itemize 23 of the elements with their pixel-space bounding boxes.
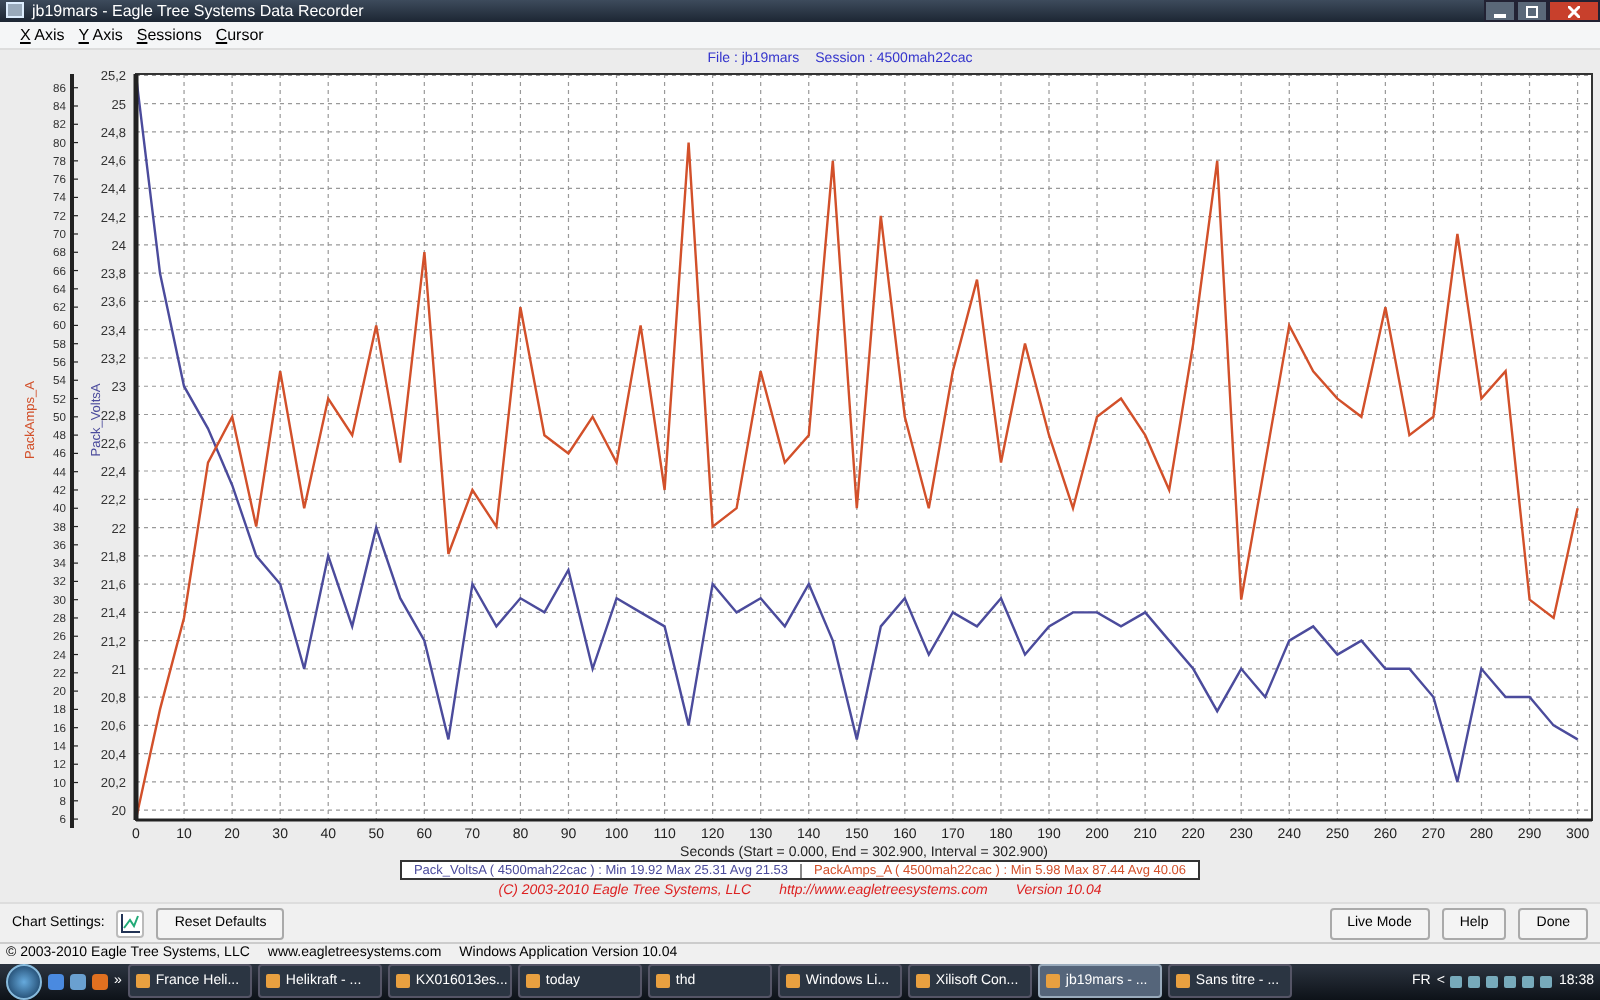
minimize-button[interactable] (1484, 0, 1516, 23)
menu-item[interactable]: X Axis (20, 25, 65, 44)
menu-item[interactable]: Sessions (136, 25, 202, 44)
app-icon (655, 974, 670, 989)
app-icon (6, 2, 24, 19)
app-icon (135, 974, 150, 989)
app-icon (265, 974, 280, 989)
app-icon (1045, 974, 1060, 989)
start-button[interactable] (6, 963, 42, 1000)
app-icon (1175, 974, 1190, 989)
app-icon (525, 974, 540, 989)
window-title: jb19mars - Eagle Tree Systems Data Recorder (32, 1, 366, 20)
app-icon (395, 974, 410, 989)
chart-icon (120, 913, 141, 934)
menu-item[interactable]: Cursor (215, 25, 264, 44)
close-button[interactable] (1548, 0, 1600, 23)
app-icon (915, 974, 930, 989)
maximize-icon (1526, 5, 1538, 18)
app-icon (785, 974, 800, 989)
close-icon (1568, 5, 1580, 18)
menu-item[interactable]: Y Axis (78, 25, 123, 44)
chart-settings-button[interactable] (116, 909, 145, 938)
maximize-button[interactable] (1516, 0, 1548, 23)
